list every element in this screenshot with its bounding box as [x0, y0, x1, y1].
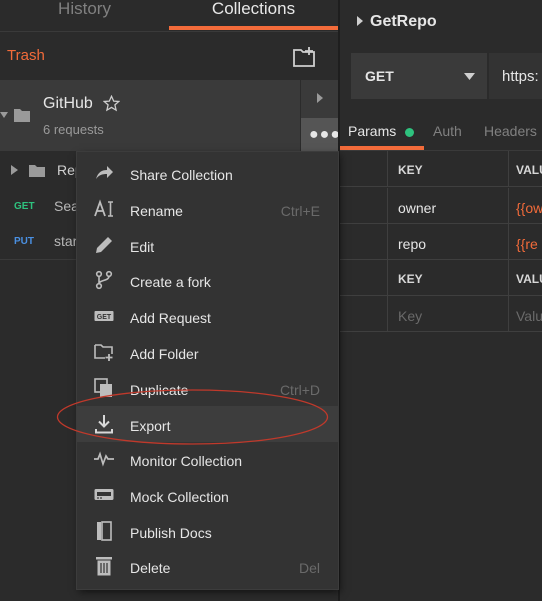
column-header-value: VALU [516, 272, 542, 286]
collection-name: GitHub [43, 95, 93, 112]
value-input-placeholder[interactable]: Valu [509, 296, 542, 332]
method-select[interactable]: GET [351, 53, 487, 99]
shortcut-label: Ctrl+E [280, 203, 320, 219]
menu-item-edit[interactable]: Edit [77, 227, 338, 263]
sidebar-toolbar: Trash [0, 32, 338, 80]
menu-item-rename[interactable]: Rename Ctrl+E [77, 191, 338, 227]
folder-icon [29, 165, 45, 177]
rename-cursor-icon [94, 199, 113, 217]
url-input[interactable]: https: [489, 53, 542, 99]
pulse-icon [94, 451, 114, 467]
url-value: https: [502, 68, 539, 85]
shortcut-label: Del [298, 560, 320, 576]
menu-item-delete[interactable]: Delete Del [77, 548, 338, 584]
get-request-icon: GET [94, 311, 114, 321]
table-cell [340, 224, 388, 260]
table-header-row: KEY VALU [340, 260, 542, 296]
request-name: star [54, 233, 78, 249]
menu-item-label: Create a fork [130, 274, 211, 290]
star-icon[interactable] [103, 95, 120, 112]
table-row[interactable]: owner {{ow [340, 188, 542, 224]
menu-item-label: Edit [130, 239, 155, 255]
request-panel: GetRepo GET https: Params Auth Headers K… [340, 0, 542, 601]
menu-item-label: Mock Collection [130, 489, 229, 505]
more-actions-button[interactable]: ●●● [301, 118, 341, 151]
tab-headers[interactable]: Headers [484, 123, 537, 139]
menu-item-label: Rename [130, 203, 183, 219]
table-cell [340, 151, 388, 187]
param-key[interactable]: owner [388, 188, 509, 224]
param-value[interactable]: {{ow [509, 188, 542, 224]
tab-history[interactable]: History [0, 0, 169, 30]
collection-context-menu: Share Collection Rename Ctrl+E Edit Crea… [77, 152, 338, 589]
menu-item-label: Add Request [130, 310, 211, 326]
menu-item-create-fork[interactable]: Create a fork [77, 262, 338, 298]
tab-auth[interactable]: Auth [433, 123, 462, 139]
table-cell [340, 260, 388, 296]
collection-row-github[interactable]: GitHub 6 requests ●●● [0, 80, 341, 151]
caret-right-icon[interactable] [316, 92, 324, 104]
chevron-down-icon [464, 73, 475, 80]
key-input-placeholder[interactable]: Key [388, 296, 509, 332]
request-tabs: Params Auth Headers [340, 112, 542, 150]
column-header-key: KEY [388, 260, 509, 296]
table-header-row: KEY VALU [340, 151, 542, 187]
menu-item-label: Share Collection [130, 167, 233, 183]
new-collection-icon[interactable] [292, 46, 316, 68]
add-folder-icon [94, 344, 113, 361]
tab-collections[interactable]: Collections [169, 0, 338, 30]
method-value: GET [365, 68, 394, 84]
caret-down-icon[interactable] [0, 110, 8, 120]
table-row[interactable]: Key Valu [340, 296, 542, 332]
menu-item-monitor-collection[interactable]: Monitor Collection [77, 441, 338, 477]
method-badge: GET [14, 201, 35, 212]
param-value[interactable]: {{re [509, 224, 542, 260]
menu-item-label: Publish Docs [130, 525, 212, 541]
active-tab-underline [169, 26, 338, 30]
ellipsis-icon: ●●● [309, 126, 341, 143]
tab-params[interactable]: Params [348, 123, 396, 139]
caret-right-icon[interactable] [357, 16, 363, 26]
table-row[interactable]: repo {{re [340, 224, 542, 260]
column-header-key: KEY [388, 151, 509, 187]
tab-collections-label: Collections [211, 0, 296, 18]
menu-item-label: Monitor Collection [130, 453, 243, 469]
table-cell [340, 188, 388, 224]
pencil-icon [96, 237, 112, 253]
folder-icon [14, 109, 30, 122]
menu-item-add-folder[interactable]: Add Folder [77, 334, 338, 370]
sidebar-tabs: History Collections [0, 0, 338, 31]
menu-item-publish-docs[interactable]: Publish Docs [77, 513, 338, 549]
params-indicator-dot [405, 128, 414, 137]
method-badge: PUT [14, 236, 34, 247]
svg-text:GET: GET [97, 314, 112, 321]
share-arrow-icon [96, 166, 113, 179]
annotation-ellipse [56, 389, 329, 445]
param-key[interactable]: repo [388, 224, 509, 260]
menu-item-label: Delete [130, 560, 171, 576]
caret-right-icon[interactable] [11, 165, 18, 175]
request-count: 6 requests [43, 122, 104, 137]
request-name: Sea [54, 198, 79, 214]
trash-link[interactable]: Trash [7, 47, 45, 64]
menu-item-share-collection[interactable]: Share Collection [77, 155, 338, 191]
trash-icon [96, 557, 112, 576]
server-icon [94, 489, 114, 500]
fork-icon [95, 270, 113, 290]
column-header-value: VALU [516, 163, 542, 177]
request-title[interactable]: GetRepo [370, 13, 437, 31]
menu-item-add-request[interactable]: GET Add Request [77, 298, 338, 334]
table-cell [340, 296, 388, 332]
menu-item-label: Add Folder [130, 346, 199, 362]
docs-icon [97, 521, 112, 541]
menu-item-mock-collection[interactable]: Mock Collection [77, 477, 338, 513]
